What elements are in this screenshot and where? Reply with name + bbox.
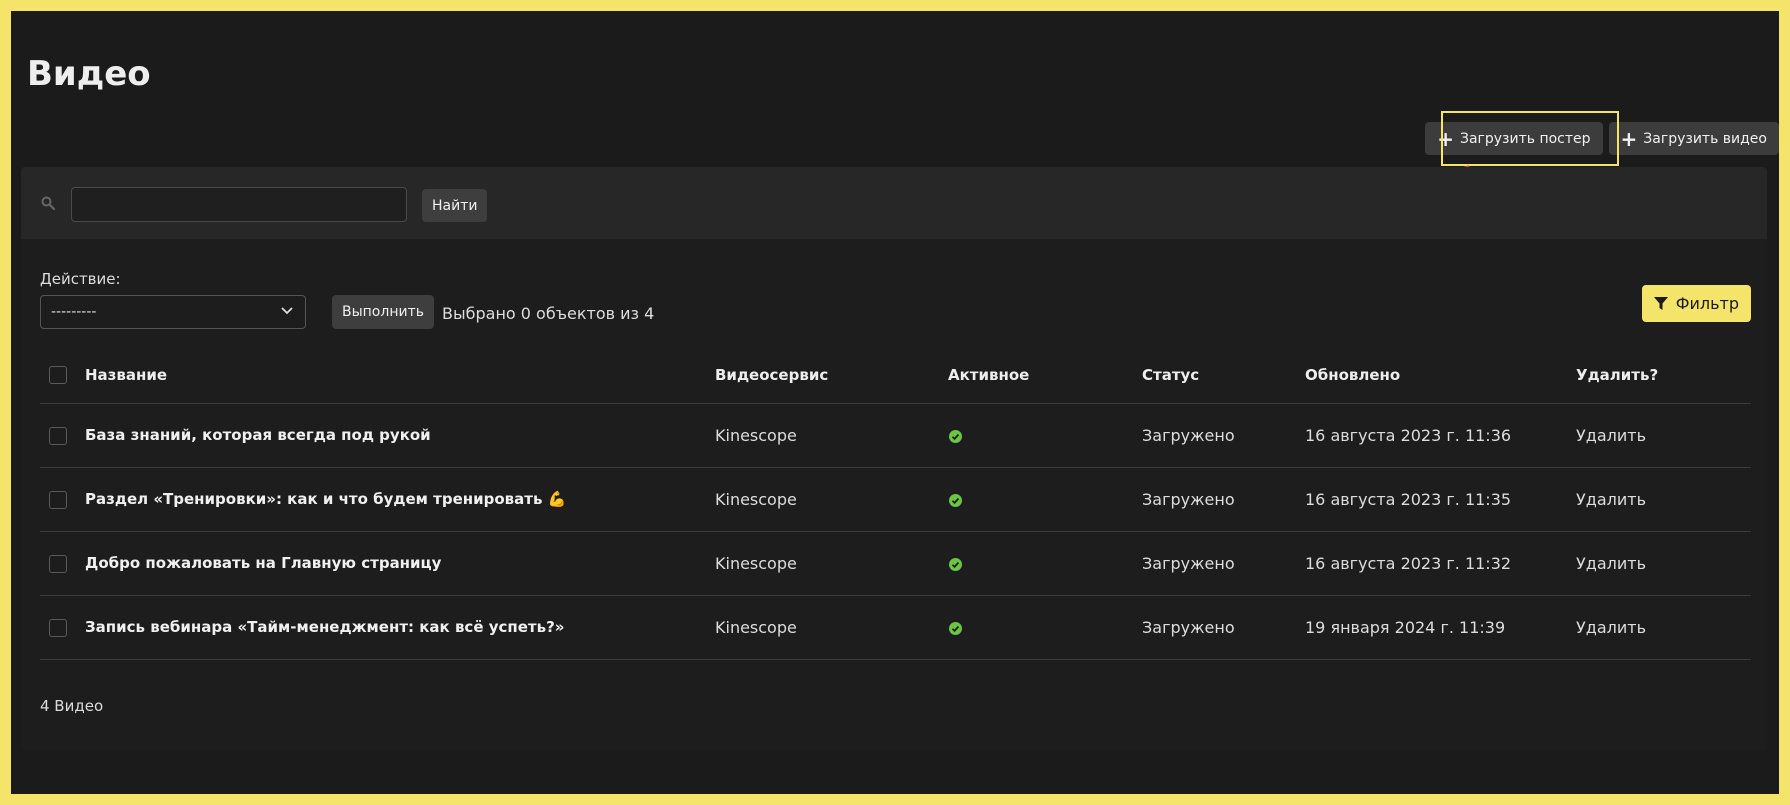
active-cell [948,403,1142,468]
video-service: Kinescope [715,467,948,532]
select-all-checkbox[interactable] [49,366,67,384]
plus-icon: + [1620,126,1638,151]
check-circle-icon [949,557,962,571]
search-input[interactable] [71,187,407,222]
column-header-updated[interactable]: Обновлено [1305,347,1576,404]
action-selected-option: --------- [51,304,97,320]
action-select[interactable]: --------- [40,295,306,329]
row-checkbox[interactable] [49,618,67,637]
upload-video-label: Загрузить видео [1643,130,1767,147]
column-header-service[interactable]: Видеосервис [715,347,948,404]
search-bar: Найти [21,167,1767,239]
video-service: Kinescope [715,403,948,468]
filter-button[interactable]: Фильтр [1641,285,1751,322]
delete-link[interactable]: Удалить [1576,403,1751,468]
status-cell: Загружено [1142,531,1305,596]
table-row: Запись вебинара «Тайм-менеджмент: как вс… [40,595,1751,660]
delete-link[interactable]: Удалить [1576,467,1751,532]
video-title-link[interactable]: Добро пожаловать на Главную страницу [85,531,715,596]
column-header-status[interactable]: Статус [1142,347,1305,404]
table-row: Добро пожаловать на Главную страницу Kin… [40,531,1751,596]
delete-link[interactable]: Удалить [1576,595,1751,660]
video-title-link[interactable]: Запись вебинара «Тайм-менеджмент: как вс… [85,595,715,660]
video-title-link[interactable]: База знаний, которая всегда под рукой [85,403,715,468]
updated-cell: 19 января 2024 г. 11:39 [1305,595,1576,660]
video-service: Kinescope [715,531,948,596]
status-cell: Загружено [1142,403,1305,468]
selected-counter: Выбрано 0 объектов из 4 [442,304,655,323]
status-cell: Загружено [1142,467,1305,532]
active-cell [948,531,1142,596]
column-header-delete: Удалить? [1576,347,1751,404]
highlight-box [1441,111,1619,166]
paginator: 4 Видео [40,697,104,715]
active-cell [948,595,1142,660]
run-action-button[interactable]: Выполнить [332,295,434,329]
active-cell [948,467,1142,532]
status-cell: Загружено [1142,595,1305,660]
admin-frame: Видео + Загрузить постер + Загрузить вид… [11,11,1779,794]
table-header-row: Название Видеосервис Активное Статус Обн… [40,347,1751,404]
check-circle-icon [949,429,962,443]
updated-cell: 16 августа 2023 г. 11:32 [1305,531,1576,596]
results-table: Название Видеосервис Активное Статус Обн… [40,347,1751,660]
column-header-active[interactable]: Активное [948,347,1142,404]
chevron-down-icon [281,307,293,315]
updated-cell: 16 августа 2023 г. 11:35 [1305,467,1576,532]
updated-cell: 16 августа 2023 г. 11:36 [1305,403,1576,468]
page-title: Видео [27,54,151,94]
check-circle-icon [949,621,962,635]
filter-label: Фильтр [1675,294,1739,313]
video-service: Kinescope [715,595,948,660]
check-circle-icon [949,493,962,507]
search-button[interactable]: Найти [422,189,488,222]
row-checkbox[interactable] [49,426,67,445]
changelist-panel: Найти Действие: --------- Выполнить Выбр… [21,167,1767,751]
table-row: База знаний, которая всегда под рукой Ki… [40,403,1751,468]
filter-icon [1653,296,1668,310]
row-checkbox[interactable] [49,554,67,573]
delete-link[interactable]: Удалить [1576,531,1751,596]
search-icon [41,196,55,210]
video-title-link[interactable]: Раздел «Тренировки»: как и что будем тре… [85,467,715,532]
upload-video-button[interactable]: + Загрузить видео [1608,122,1779,155]
column-header-name[interactable]: Название [85,347,715,404]
action-label: Действие: [40,270,121,288]
row-checkbox[interactable] [49,490,67,509]
table-row: Раздел «Тренировки»: как и что будем тре… [40,467,1751,532]
